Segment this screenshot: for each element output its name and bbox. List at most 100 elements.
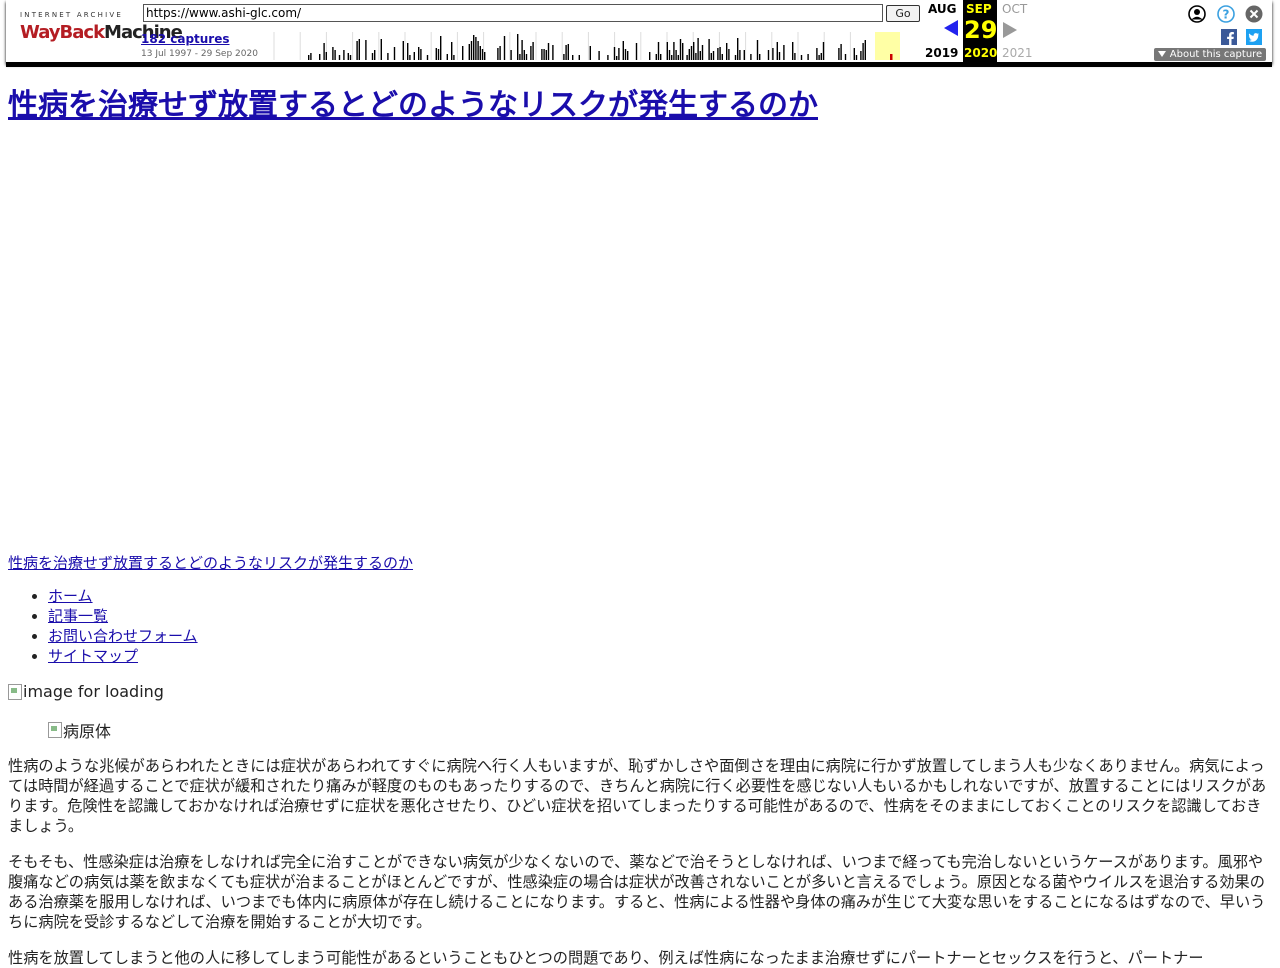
page-title-link[interactable]: 性病を治療せず放置するとどのようなリスクが発生するのか: [8, 88, 818, 123]
sparkline-bar: [468, 44, 470, 60]
sparkline-bar: [407, 43, 409, 60]
sparkline-bar: [800, 55, 803, 60]
sparkline-bar: [519, 54, 521, 60]
sparkline-bar: [794, 53, 796, 60]
nav-link-sitemap[interactable]: サイトマップ: [48, 647, 138, 665]
next-year-label: 2021: [1002, 46, 1033, 60]
sparkline-bar: [451, 42, 453, 60]
sparkline-bar: [734, 55, 737, 60]
sparkline-bar: [517, 34, 519, 60]
sparkline-bar: [475, 37, 477, 60]
sparkline-bar: [717, 48, 719, 60]
url-input[interactable]: https://www.ashi-glc.com/: [143, 4, 883, 22]
sparkline-bar: [655, 54, 657, 60]
sparkline-bar: [374, 50, 376, 60]
sparkline-bar: [387, 53, 389, 60]
sparkline-bar: [565, 45, 567, 60]
capture-date-range: 13 Jul 1997 - 29 Sep 2020: [141, 49, 258, 59]
sparkline-bar: [371, 53, 374, 60]
sparkline-current-year-highlight: [875, 32, 900, 60]
nav-link-home[interactable]: ホーム: [48, 587, 93, 605]
sparkline-bar: [671, 55, 673, 60]
help-icon[interactable]: ?: [1217, 5, 1235, 23]
user-icon[interactable]: [1188, 5, 1206, 23]
sparkline-bar: [332, 47, 334, 60]
next-month-label: OCT: [1002, 2, 1028, 16]
close-icon[interactable]: [1245, 5, 1263, 23]
sparkline-bar: [532, 42, 534, 60]
captures-link[interactable]: 182 captures: [141, 32, 230, 46]
sparkline-bar: [699, 51, 701, 60]
capture-sparkline[interactable]: [268, 32, 920, 60]
go-button[interactable]: Go: [886, 5, 920, 22]
sparkline-bar: [677, 55, 679, 60]
sparkline-bar: [420, 49, 422, 60]
sparkline-bar: [838, 48, 840, 60]
sparkline-bar: [750, 54, 752, 60]
sparkline-bar: [402, 41, 404, 60]
sparkline-bar: [807, 54, 809, 60]
sparkline-bar: [844, 54, 847, 60]
sparkline-bar: [616, 56, 618, 60]
sparkline-bar: [613, 47, 616, 60]
sparkline-bar: [679, 39, 682, 60]
loading-image: image for loading: [8, 682, 164, 701]
sparkline-bar: [649, 52, 651, 60]
caret-down-icon: [1157, 51, 1166, 57]
sparkline-bar: [660, 54, 662, 60]
sparkline-bar: [453, 55, 455, 60]
sparkline-bar: [552, 45, 554, 60]
sparkline-bar: [778, 52, 781, 60]
sparkline-bar: [523, 50, 525, 60]
prev-arrow-icon[interactable]: [944, 20, 958, 36]
sparkline-bar: [437, 49, 440, 60]
sparkline-bar: [627, 51, 629, 60]
sparkline-bar: [462, 46, 464, 60]
next-arrow-icon[interactable]: [1003, 22, 1017, 38]
sparkline-bar: [743, 50, 745, 60]
page-title: 性病を治療せず放置するとどのようなリスクが発生するのか: [8, 86, 1274, 126]
twitter-icon[interactable]: [1246, 29, 1262, 45]
main-nav: ホーム 記事一覧 お問い合わせフォーム サイトマップ: [8, 586, 198, 666]
sparkline-bar: [349, 55, 352, 60]
sparkline-bar: [347, 53, 349, 60]
article-paragraph: 性病のような兆候があらわれたときには症状があらわれてすぐに病院へ行く人もいますが…: [8, 757, 1267, 835]
sparkline-bar: [686, 55, 688, 60]
sparkline-bar: [541, 49, 543, 60]
site-name-link[interactable]: 性病を治療せず放置するとどのようなリスクが発生するのか: [8, 552, 413, 573]
sparkline-bar: [323, 43, 325, 60]
sparkline-bar: [481, 49, 484, 60]
current-month: SEP 29 2020: [963, 0, 997, 62]
sparkline-bar: [479, 46, 481, 60]
sparkline-bar: [409, 55, 411, 60]
sparkline-bar: [622, 41, 624, 60]
sparkline-bar: [816, 48, 818, 60]
nav-link-articles[interactable]: 記事一覧: [48, 607, 108, 625]
sparkline-bar: [426, 55, 429, 60]
loading-image-alt: image for loading: [23, 682, 164, 701]
sparkline-bar: [673, 42, 675, 60]
about-capture-button[interactable]: About this capture: [1154, 48, 1266, 61]
sparkline-bar: [624, 49, 627, 60]
prev-month-label: AUG: [928, 2, 957, 16]
sparkline-bar: [860, 51, 862, 60]
broken-image-icon: [48, 722, 62, 738]
sparkline-bar: [701, 45, 704, 60]
facebook-icon[interactable]: [1221, 29, 1237, 45]
sparkline-bar: [358, 39, 360, 60]
sparkline-bar: [688, 49, 690, 60]
nav-item-sitemap: サイトマップ: [48, 646, 198, 666]
sparkline-bar: [772, 48, 774, 60]
sparkline-bar: [690, 46, 693, 60]
sparkline-bar: [682, 43, 684, 60]
sparkline-bar: [572, 55, 574, 60]
sparkline-bar: [418, 47, 420, 60]
nav-link-contact[interactable]: お問い合わせフォーム: [48, 627, 198, 645]
sparkline-bar: [864, 40, 866, 60]
sparkline-bar: [675, 50, 677, 60]
prev-year-label[interactable]: 2019: [925, 46, 958, 60]
sparkline-bar: [666, 42, 668, 60]
wayback-logo[interactable]: INTERNET ARCHIVE WayBackMachine: [20, 10, 183, 50]
svg-text:?: ?: [1223, 8, 1230, 22]
sparkline-bar: [719, 47, 721, 60]
